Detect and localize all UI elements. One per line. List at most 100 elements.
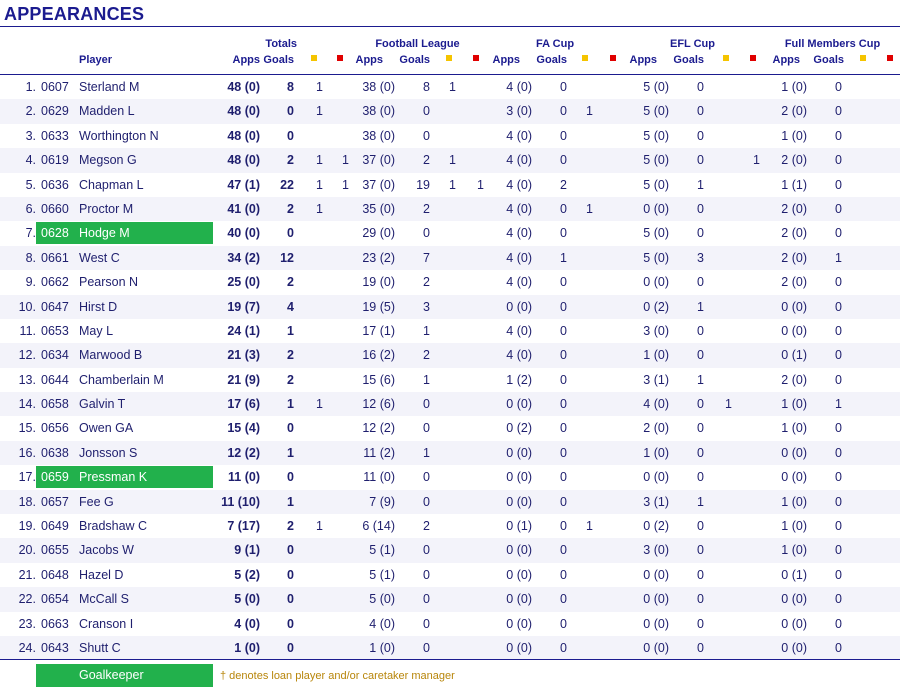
header-fl-goals: Goals	[399, 54, 430, 66]
total-goals: 1	[287, 494, 294, 509]
total-goals: 1	[287, 323, 294, 338]
fmc-goals: 0	[835, 592, 842, 607]
fl-goals: 2	[423, 153, 430, 168]
player-name: Proctor M	[79, 201, 134, 216]
fa-goals: 0	[560, 348, 567, 363]
efl-apps: 5 (0)	[643, 80, 669, 94]
row-number: 10.	[18, 299, 36, 314]
fl-goals: 19	[416, 177, 430, 192]
red-card-icon	[473, 55, 479, 61]
total-goals: 0	[287, 470, 294, 485]
total-apps: 11 (10)	[221, 494, 260, 509]
row-number: 5.	[25, 177, 36, 192]
table-row: 15. 0656 Owen GA 15 (4) 0 12 (2) 0 0 (2) 0 2 (0) 0…	[0, 416, 900, 440]
efl-goals: 0	[697, 226, 704, 241]
fl-yellow-cards: 1	[449, 153, 456, 168]
fl-apps: 7 (9)	[369, 494, 395, 509]
fl-apps: 6 (14)	[362, 519, 395, 534]
row-number: 15.	[18, 421, 36, 436]
fl-goals: 0	[423, 567, 430, 582]
yellow-card-icon	[860, 55, 866, 61]
table-row: 5. 0636 Chapman L 47 (1) 22 1 1 37 (0) 19 1 1 4 (0)…	[0, 173, 900, 197]
total-apps: 48 (0)	[227, 104, 260, 119]
header-full-members-cup: Full Members Cup	[784, 38, 881, 50]
fmc-apps: 2 (0)	[781, 226, 807, 241]
fa-goals: 0	[560, 201, 567, 216]
yellow-card-icon	[582, 55, 588, 61]
fmc-apps: 1 (0)	[781, 519, 807, 534]
row-number: 8.	[25, 250, 36, 265]
total-goals: 0	[287, 128, 294, 143]
total-goals: 0	[287, 543, 294, 558]
yellow-card-icon	[723, 55, 729, 61]
efl-goals: 1	[697, 299, 704, 314]
fmc-apps: 0 (0)	[781, 640, 807, 655]
table-row: 4. 0619 Megson G 48 (0) 2 1 1 37 (0) 2 1 4 (0) 0 5 (…	[0, 148, 900, 173]
efl-goals: 0	[697, 567, 704, 582]
efl-goals: 0	[697, 80, 704, 94]
total-apps: 47 (1)	[227, 177, 260, 192]
efl-apps: 5 (0)	[643, 250, 669, 265]
fa-goals: 0	[560, 323, 567, 338]
player-code: 0662	[41, 275, 69, 290]
fa-goals: 0	[560, 275, 567, 290]
fl-yellow-cards: 1	[449, 80, 456, 94]
total-apps: 11 (0)	[228, 470, 260, 485]
player-code: 0634	[41, 348, 69, 363]
fmc-goals: 0	[835, 543, 842, 558]
total-apps: 40 (0)	[227, 226, 260, 241]
fmc-apps: 2 (0)	[781, 275, 807, 290]
fmc-goals: 0	[835, 616, 842, 631]
fmc-apps: 1 (0)	[781, 421, 807, 436]
fmc-goals: 0	[835, 299, 842, 314]
total-goals: 1	[287, 445, 294, 460]
fa-goals: 0	[560, 128, 567, 143]
fa-goals: 1	[560, 250, 567, 265]
fl-apps: 5 (1)	[369, 567, 395, 582]
table-row: 24. 0643 Shutt C 1 (0) 0 1 (0) 0 0 (0) 0 0 (0) 0 0 …	[0, 635, 900, 661]
fmc-apps: 2 (0)	[781, 153, 807, 168]
fmc-apps: 1 (0)	[781, 128, 807, 143]
efl-goals: 0	[697, 201, 704, 216]
table-row: 8. 0661 West C 34 (2) 12 23 (2) 7 4 (0) 1 5 (0) 3 2…	[0, 245, 900, 271]
efl-goals: 0	[697, 445, 704, 460]
fa-goals: 0	[560, 543, 567, 558]
fa-apps: 0 (2)	[506, 421, 532, 436]
header-fl-apps: Apps	[355, 54, 384, 66]
fa-apps: 0 (0)	[506, 543, 532, 558]
fa-apps: 0 (0)	[506, 470, 532, 485]
fmc-goals: 1	[835, 397, 842, 412]
efl-apps: 5 (0)	[643, 153, 669, 168]
player-code: 0638	[41, 445, 69, 460]
fmc-goals: 0	[835, 323, 842, 338]
row-number: 16.	[18, 445, 36, 460]
player-code: 0643	[41, 640, 69, 655]
fa-goals: 0	[560, 494, 567, 509]
fa-goals: 0	[560, 226, 567, 241]
total-yellow-cards: 1	[316, 80, 323, 94]
fa-apps: 0 (0)	[506, 299, 532, 314]
player-code: 0647	[41, 299, 69, 314]
row-number: 21.	[18, 567, 36, 582]
fa-yellow-cards: 1	[586, 104, 593, 119]
fl-apps: 4 (0)	[369, 616, 395, 631]
header-totals: Totals	[265, 38, 297, 50]
efl-apps: 5 (0)	[643, 104, 669, 119]
efl-apps: 0 (0)	[643, 592, 669, 607]
fmc-apps: 0 (0)	[781, 470, 807, 485]
fmc-goals: 0	[835, 80, 842, 94]
efl-goals: 0	[697, 592, 704, 607]
table-row: 11. 0653 May L 24 (1) 1 17 (1) 1 4 (0) 0 3 (0) 0 0 …	[0, 319, 900, 343]
player-name: Chapman L	[79, 177, 144, 192]
fmc-goals: 0	[835, 153, 842, 168]
table-row: 1. 0607 Sterland M 48 (0) 8 1 38 (0) 8 1 4 (0) 0 5 …	[0, 75, 900, 99]
total-goals: 1	[287, 397, 294, 412]
fa-goals: 0	[560, 640, 567, 655]
fmc-goals: 1	[835, 250, 842, 265]
total-goals: 4	[287, 299, 294, 314]
total-goals: 0	[287, 592, 294, 607]
player-name: Chamberlain M	[79, 372, 164, 387]
fa-apps: 0 (0)	[506, 445, 532, 460]
fmc-apps: 2 (0)	[781, 104, 807, 119]
player-name: Hirst D	[79, 299, 118, 314]
